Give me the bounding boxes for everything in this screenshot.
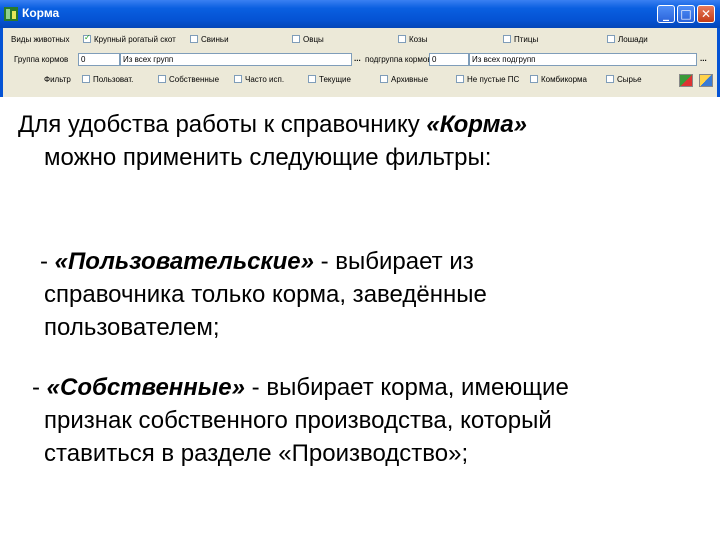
title-bar[interactable]: Корма _ □ ✕ — [0, 0, 720, 28]
feed-subgroup-code-field[interactable]: 0 — [429, 53, 469, 66]
filter-checkbox[interactable] — [380, 75, 388, 83]
intro-term: «Корма» — [426, 111, 528, 138]
item1-term: «Пользовательские» — [54, 248, 314, 275]
animal-type-label: Крупный рогатый скот — [94, 35, 176, 44]
clear-filter-icon[interactable] — [699, 74, 713, 87]
filter-option-label: Не пустые ПС — [467, 75, 520, 84]
minimize-button[interactable]: _ — [657, 5, 675, 23]
animal-type-checkbox[interactable] — [398, 35, 406, 43]
item2-line-1: - «Собственные» - выбирает корма, имеющи… — [32, 371, 569, 404]
animal-type-label: Птицы — [514, 35, 539, 44]
item1-line-2: справочника только корма, заведённые — [44, 281, 487, 308]
animal-type-label: Козы — [409, 35, 428, 44]
item1-line-3: пользователем; — [44, 314, 220, 341]
filter-option-label: Собственные — [169, 75, 220, 84]
filter-option-label: Пользоват. — [93, 75, 134, 84]
filter-checkbox[interactable] — [606, 75, 614, 83]
item1-text: - выбирает из — [313, 248, 474, 275]
filter-option-label: Сырье — [617, 75, 642, 84]
animal-type-checkbox[interactable] — [190, 35, 198, 43]
feed-group-label: Группа кормов — [14, 55, 69, 64]
animal-type-label: Овцы — [303, 35, 324, 44]
close-button[interactable]: ✕ — [697, 5, 715, 23]
feed-group-browse-button[interactable]: ... — [354, 54, 361, 63]
item2-dash: - — [32, 374, 47, 401]
feed-subgroup-browse-button[interactable]: ... — [700, 54, 707, 63]
filter-option-label: Часто исп. — [245, 75, 285, 84]
animal-type-checkbox[interactable] — [607, 35, 615, 43]
feed-subgroup-label: подгруппа кормов — [365, 55, 432, 64]
item2-line-3: ставиться в разделе «Производство»; — [44, 440, 469, 467]
feed-group-row: Группа кормов 0 Из всех групп ... подгру… — [6, 52, 697, 68]
item2-term: «Собственные» — [46, 374, 245, 401]
filter-checkbox[interactable] — [234, 75, 242, 83]
item1-dash: - — [40, 248, 55, 275]
filter-option-label: Текущие — [319, 75, 351, 84]
maximize-button[interactable]: □ — [677, 5, 695, 23]
item2-text: - выбирает корма, имеющие — [245, 374, 569, 401]
app-icon — [4, 7, 18, 21]
animal-type-checkbox[interactable] — [503, 35, 511, 43]
item1-line-1: - «Пользовательские» - выбирает из — [40, 245, 474, 278]
animal-type-label: Лошади — [618, 35, 648, 44]
feed-subgroup-field[interactable]: Из всех подгрупп — [469, 53, 697, 66]
animal-type-checkbox[interactable] — [292, 35, 300, 43]
animal-types-row: Виды животных Крупный рогатый скот Свинь… — [6, 32, 696, 48]
filter-checkbox[interactable] — [82, 75, 90, 83]
item2-line-2: признак собственного производства, котор… — [44, 407, 552, 434]
app-window: Корма _ □ ✕ Виды животных Крупный рогаты… — [0, 0, 720, 97]
animal-types-label: Виды животных — [11, 35, 70, 44]
intro-line-2: можно применить следующие фильтры: — [44, 144, 492, 171]
window-title: Корма — [22, 6, 60, 20]
feed-group-field[interactable]: Из всех групп — [120, 53, 352, 66]
filter-option-label: Архивные — [391, 75, 429, 84]
filter-row: Фильтр Пользоват. Собственные Часто исп.… — [6, 72, 696, 88]
apply-filter-icon[interactable] — [679, 74, 693, 87]
filter-checkbox[interactable] — [158, 75, 166, 83]
animal-type-checkbox[interactable] — [83, 33, 91, 43]
filter-checkbox[interactable] — [308, 75, 316, 83]
feed-group-code-field[interactable]: 0 — [78, 53, 120, 66]
filter-panel: Виды животных Крупный рогатый скот Свинь… — [0, 28, 720, 97]
filter-label: Фильтр — [44, 75, 71, 84]
intro-line-1: Для удобства работы к справочнику «Корма… — [18, 108, 527, 141]
filter-checkbox[interactable] — [456, 75, 464, 83]
filter-checkbox[interactable] — [530, 75, 538, 83]
animal-type-label: Свиньи — [201, 35, 229, 44]
intro-text: Для удобства работы к справочнику — [18, 111, 427, 138]
filter-option-label: Комбикорма — [541, 75, 588, 84]
